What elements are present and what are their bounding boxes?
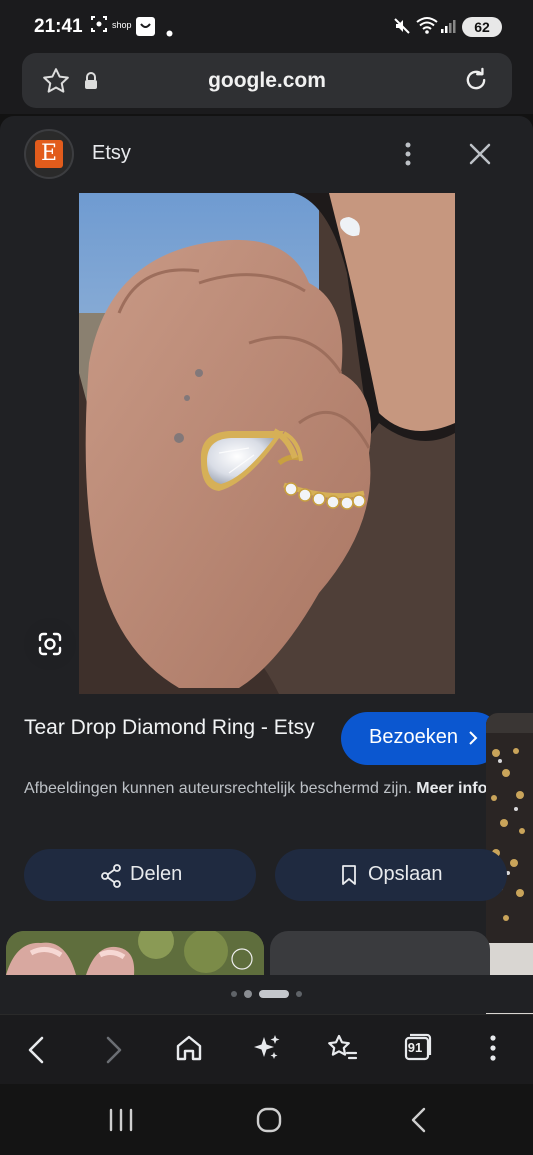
menu-button[interactable] bbox=[469, 1018, 519, 1078]
notification-dot-icon bbox=[166, 24, 173, 42]
home-nav-icon[interactable] bbox=[256, 1107, 282, 1138]
reload-icon[interactable] bbox=[462, 66, 490, 99]
shopping-bag-icon bbox=[136, 17, 155, 41]
pager-dot bbox=[244, 990, 252, 998]
more-options-icon[interactable] bbox=[397, 141, 419, 172]
back-nav-icon[interactable] bbox=[408, 1106, 430, 1139]
wifi-icon bbox=[416, 16, 438, 39]
google-lens-button[interactable] bbox=[24, 618, 76, 670]
share-button[interactable]: Delen bbox=[24, 849, 256, 901]
browser-header: google.com bbox=[0, 52, 533, 114]
back-arrow-icon bbox=[26, 1035, 46, 1070]
system-navigation-bar bbox=[0, 1084, 533, 1155]
overflow-menu-icon bbox=[483, 1034, 503, 1069]
status-bar: 21:41 shop 62 bbox=[0, 0, 533, 52]
product-image[interactable] bbox=[79, 193, 455, 694]
pager-dot bbox=[231, 991, 237, 997]
pager-dot bbox=[296, 991, 302, 997]
share-icon bbox=[100, 864, 122, 894]
tabs-count: 91 bbox=[407, 1040, 423, 1055]
recent-apps-icon[interactable] bbox=[108, 1108, 134, 1137]
copyright-notice: Afbeeldingen kunnen auteursrechtelijk be… bbox=[24, 777, 486, 801]
forward-arrow-icon bbox=[104, 1035, 124, 1070]
lens-icon bbox=[37, 631, 63, 662]
share-label: Delen bbox=[130, 863, 183, 885]
screenshot-icon bbox=[90, 15, 108, 38]
etsy-logo-icon: E bbox=[35, 140, 63, 168]
carousel-pager bbox=[0, 975, 533, 1013]
clock: 21:41 bbox=[34, 16, 83, 37]
copyright-text: Afbeeldingen kunnen auteursrechtelijk be… bbox=[24, 780, 412, 797]
related-image-thumbnail[interactable] bbox=[6, 931, 264, 975]
address-bar[interactable]: google.com bbox=[22, 53, 512, 108]
ai-assist-button[interactable] bbox=[241, 1018, 291, 1078]
site-logo: E bbox=[24, 129, 74, 179]
forward-button[interactable] bbox=[88, 1018, 138, 1078]
visit-label: Bezoeken bbox=[369, 726, 458, 748]
mute-icon bbox=[393, 17, 411, 40]
tabs-button[interactable]: 91 bbox=[393, 1018, 443, 1078]
battery-indicator: 62 bbox=[462, 17, 502, 37]
save-label: Opslaan bbox=[368, 863, 443, 885]
site-name[interactable]: Etsy bbox=[92, 142, 131, 165]
battery-level: 62 bbox=[474, 19, 490, 35]
back-button[interactable] bbox=[12, 1018, 62, 1078]
visit-button[interactable]: Bezoeken bbox=[341, 712, 501, 765]
related-image-thumbnail[interactable] bbox=[270, 931, 490, 975]
home-button[interactable] bbox=[164, 1018, 214, 1078]
url-text[interactable]: google.com bbox=[22, 69, 512, 93]
save-button[interactable]: Opslaan bbox=[275, 849, 507, 901]
star-list-icon bbox=[326, 1033, 358, 1068]
more-info-link[interactable]: Meer informatie bbox=[416, 780, 486, 797]
close-icon[interactable] bbox=[467, 141, 493, 172]
result-title[interactable]: Tear Drop Diamond Ring - Etsy bbox=[24, 713, 334, 742]
shop-notification-label: shop bbox=[112, 20, 132, 30]
bookmark-icon bbox=[341, 864, 357, 892]
signal-icon bbox=[440, 18, 456, 39]
chevron-right-icon bbox=[467, 729, 479, 753]
pager-dot-active bbox=[259, 990, 289, 998]
bookmarks-button[interactable] bbox=[317, 1018, 367, 1078]
home-icon bbox=[175, 1034, 203, 1067]
sparkle-icon bbox=[252, 1033, 282, 1068]
